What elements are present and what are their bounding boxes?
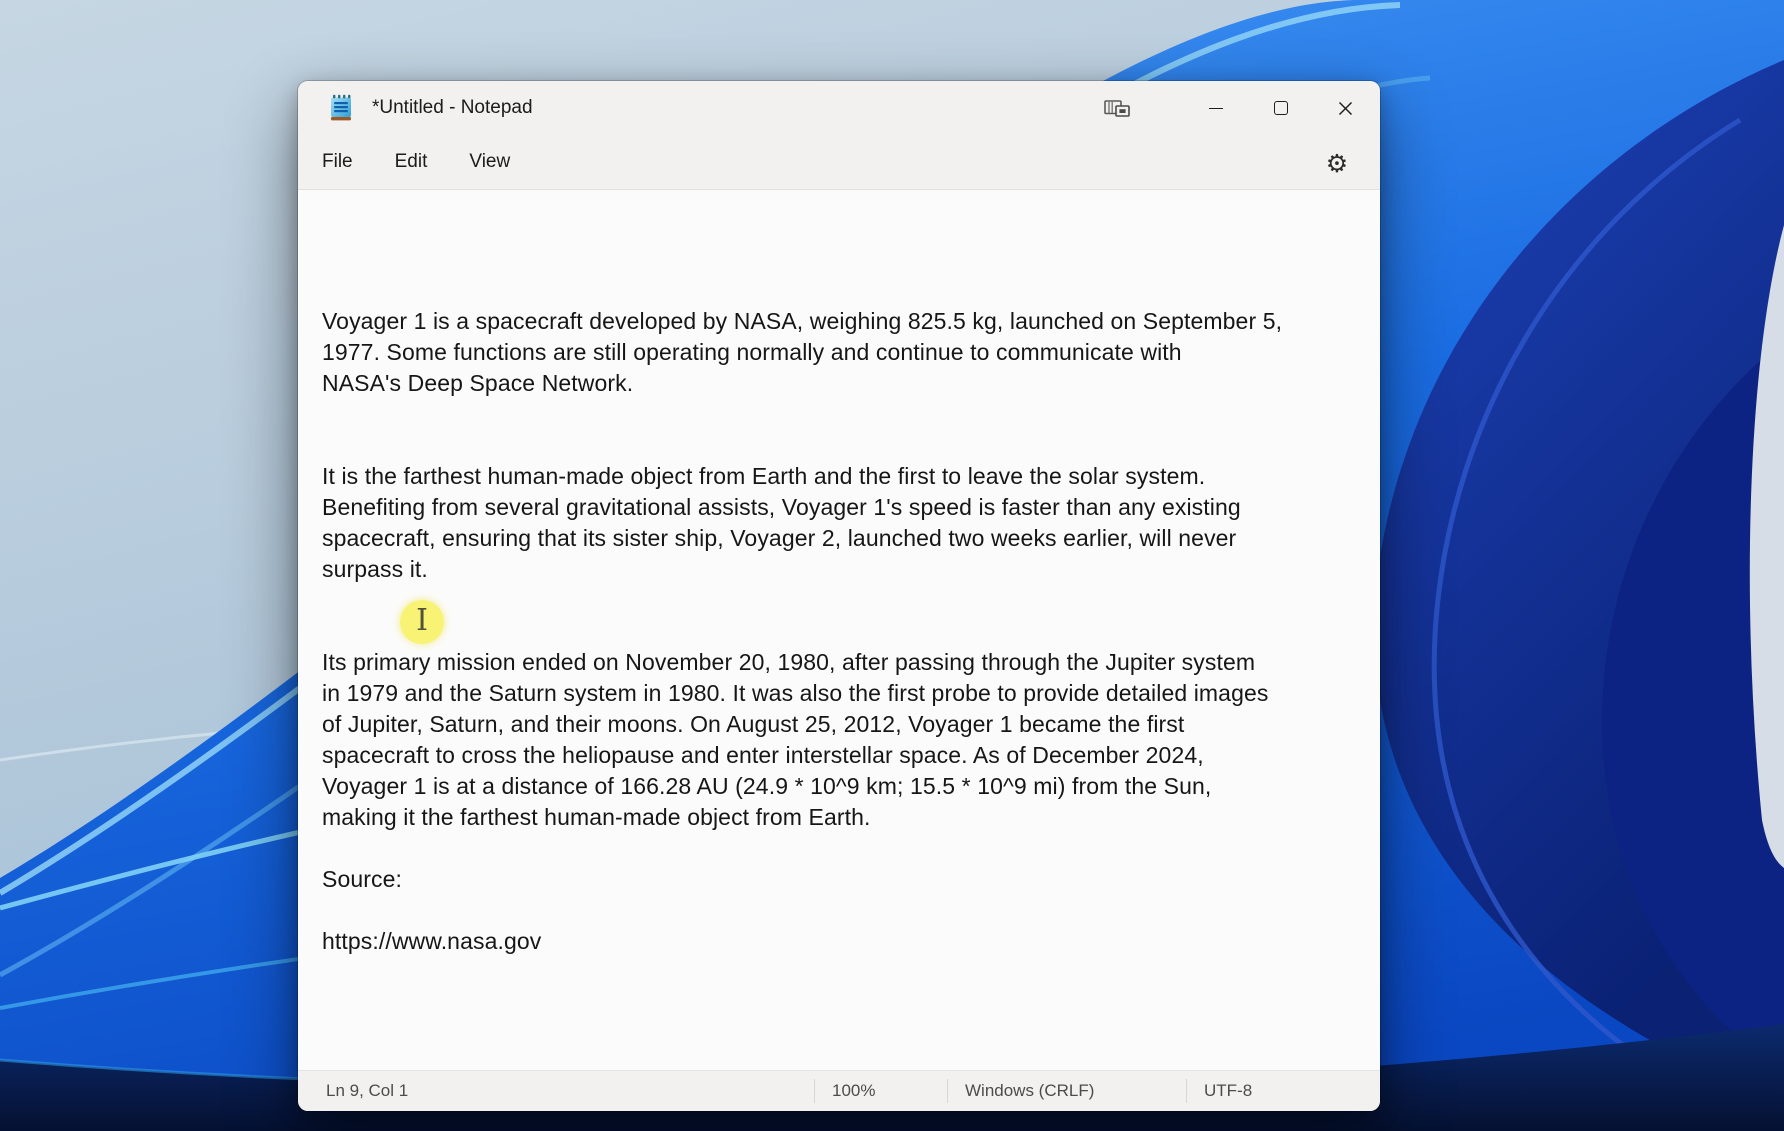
status-zoom-level: 100%: [814, 1079, 947, 1103]
maximize-icon: [1274, 101, 1288, 115]
status-cursor-position: Ln 9, Col 1: [298, 1079, 814, 1103]
statusbar: Ln 9, Col 1 100% Windows (CRLF) UTF-8: [298, 1070, 1380, 1111]
menu-view[interactable]: View: [453, 144, 526, 180]
caption-buttons: [1183, 81, 1378, 135]
i-beam-cursor-icon: I: [416, 606, 428, 636]
cursor-highlight: I: [400, 600, 444, 644]
titlebar[interactable]: *Untitled - Notepad: [298, 81, 1380, 135]
pip-window-icon[interactable]: [1104, 100, 1130, 117]
settings-button[interactable]: ⚙: [1322, 148, 1352, 178]
close-button[interactable]: [1313, 81, 1378, 135]
text-editor[interactable]: Voyager 1 is a spacecraft developed by N…: [298, 190, 1380, 1070]
menu-file[interactable]: File: [306, 144, 369, 180]
minimize-button[interactable]: [1183, 81, 1248, 135]
gear-icon: ⚙: [1326, 151, 1348, 176]
menu-edit[interactable]: Edit: [379, 144, 444, 180]
notepad-window: *Untitled - Notepad File: [298, 81, 1380, 1111]
status-encoding: UTF-8: [1186, 1079, 1380, 1103]
notepad-icon: [328, 94, 354, 122]
window-title: *Untitled - Notepad: [372, 97, 533, 119]
editor-text: Voyager 1 is a spacecraft developed by N…: [322, 190, 1374, 957]
close-icon: [1338, 101, 1353, 116]
status-line-ending: Windows (CRLF): [947, 1079, 1186, 1103]
menubar: File Edit View ⚙: [298, 135, 1380, 190]
minimize-icon: [1209, 108, 1223, 109]
maximize-button[interactable]: [1248, 81, 1313, 135]
